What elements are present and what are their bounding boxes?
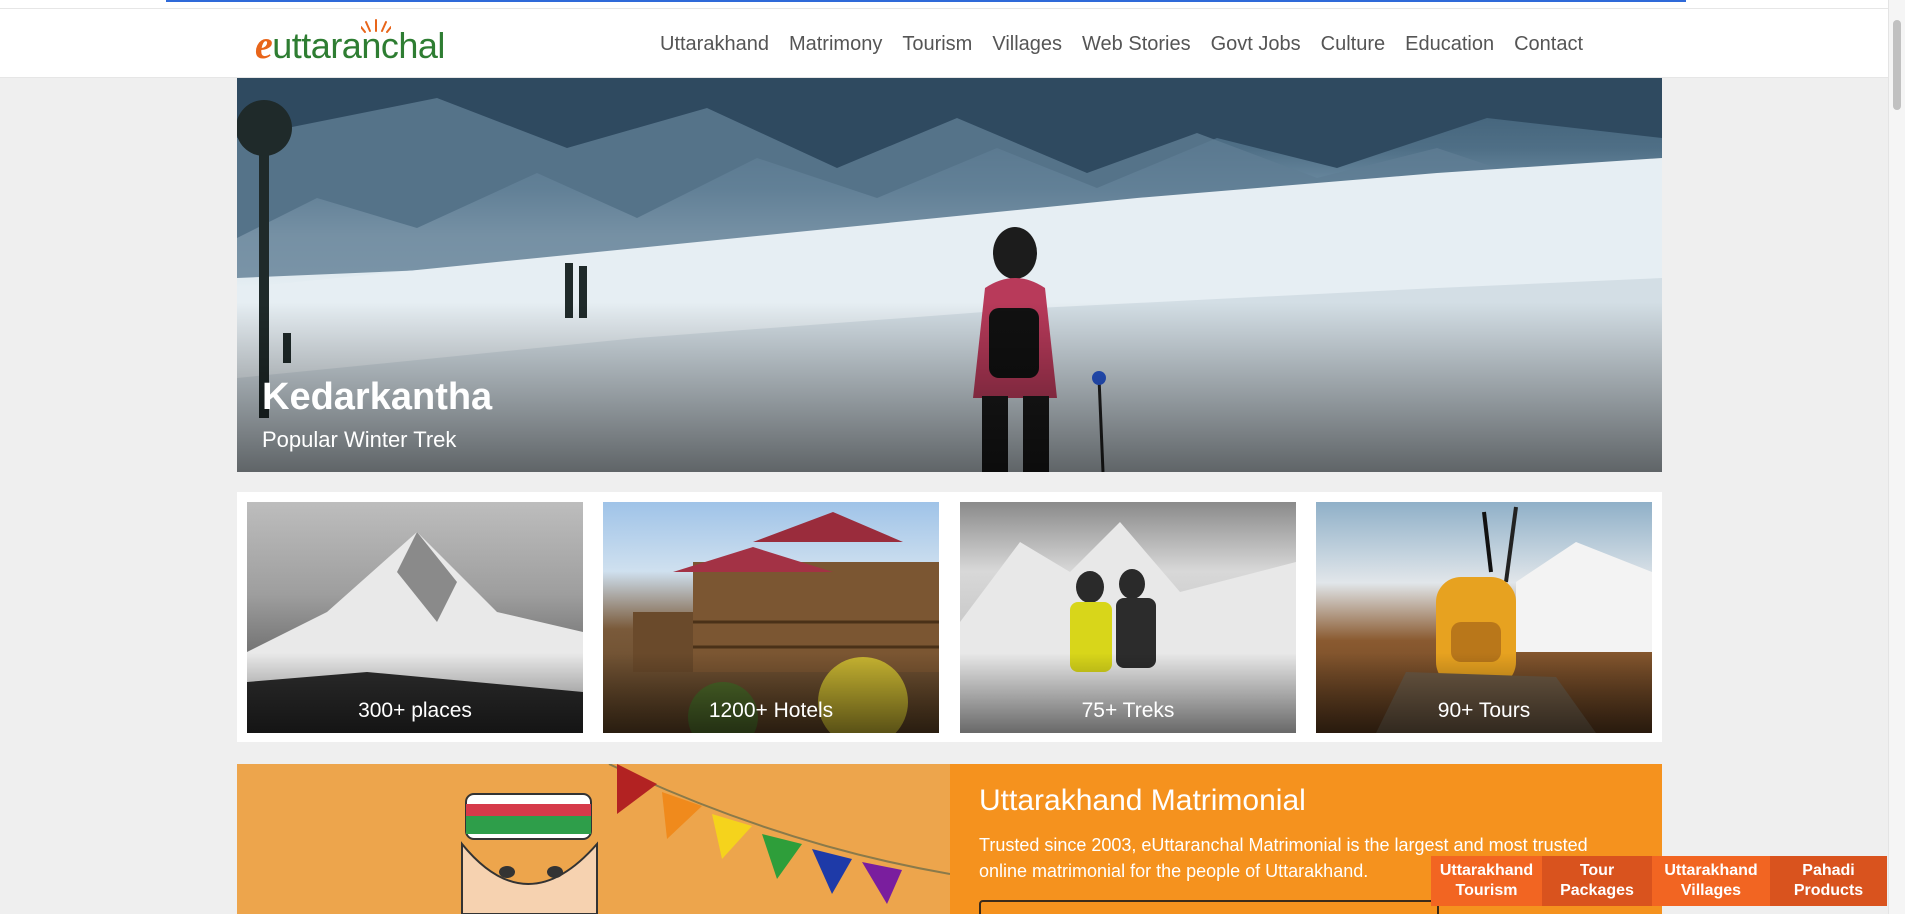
nav-web-stories[interactable]: Web Stories [1072, 9, 1201, 79]
stat-card-tours[interactable]: 90+ Tours [1316, 502, 1652, 733]
nav-education[interactable]: Education [1395, 9, 1504, 79]
sun-rays-icon [361, 19, 391, 33]
stat-label: 90+ Tours [1437, 699, 1531, 722]
nav-villages[interactable]: Villages [982, 9, 1072, 79]
pahadi-illustration [461, 764, 951, 914]
floating-quick-links: Uttarakhand Tourism Tour Packages Uttarakh… [1431, 856, 1887, 906]
stat-card-treks[interactable]: 75+ Treks [960, 502, 1296, 733]
hero-subtitle: Popular Winter Trek [262, 427, 457, 452]
page-scrollbar[interactable] [1888, 0, 1905, 914]
nav-govt-jobs[interactable]: Govt Jobs [1201, 9, 1311, 79]
quick-link-tour-packages[interactable]: Tour Packages [1542, 856, 1652, 906]
nav-uttarakhand[interactable]: Uttarakhand [650, 9, 779, 79]
stat-label: 300+ places [358, 699, 472, 722]
nav-contact[interactable]: Contact [1504, 9, 1593, 79]
main-nav: Uttarakhand Matrimony Tourism Villages W… [650, 9, 1593, 79]
quick-link-uttarakhand-tourism[interactable]: Uttarakhand Tourism [1431, 856, 1542, 906]
hero-banner[interactable]: Kedarkantha Popular Winter Trek [237, 78, 1662, 472]
matrimonial-title: Uttarakhand Matrimonial [979, 784, 1306, 817]
hero-title: Kedarkantha [262, 376, 493, 418]
stat-card-hotels[interactable]: 1200+ Hotels [603, 502, 939, 733]
logo-text: uttaranchal [272, 25, 445, 66]
scrollbar-thumb[interactable] [1893, 20, 1901, 110]
site-logo[interactable]: euttaranchal [255, 19, 445, 67]
site-header: euttaranchal Uttarakhand Matrimony Touri… [0, 8, 1905, 78]
stats-strip: 300+ places 1200+ Hotels 75+ Treks 90+ T… [237, 492, 1662, 742]
matrimonial-illustration [237, 764, 951, 914]
stat-card-places[interactable]: 300+ places [247, 502, 583, 733]
logo-e: e [255, 22, 273, 67]
top-strip [0, 0, 1905, 8]
nav-tourism[interactable]: Tourism [892, 9, 982, 79]
quick-link-uttarakhand-villages[interactable]: Uttarakhand Villages [1652, 856, 1770, 906]
quick-link-pahadi-products[interactable]: Pahadi Products [1770, 856, 1887, 906]
top-accent-bar [166, 0, 1686, 2]
nav-culture[interactable]: Culture [1311, 9, 1395, 79]
stat-label: 1200+ Hotels [708, 699, 834, 722]
matrimonial-search-box[interactable] [979, 900, 1439, 914]
nav-matrimony[interactable]: Matrimony [779, 9, 892, 79]
stat-label: 75+ Treks [1081, 699, 1175, 722]
